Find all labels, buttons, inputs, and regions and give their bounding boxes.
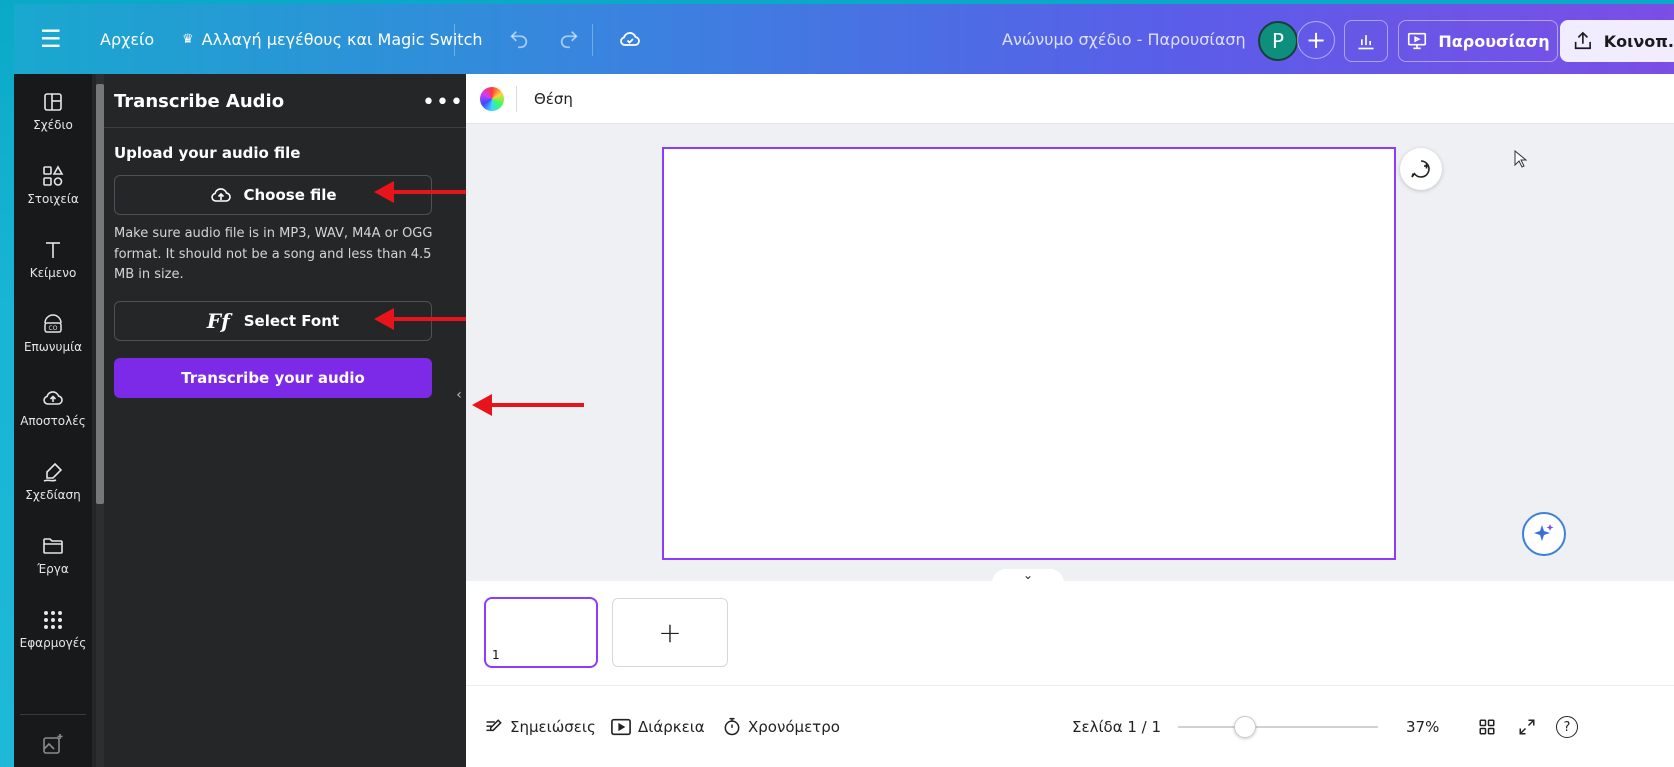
magic-assistant-icon[interactable] xyxy=(1522,512,1566,556)
font-icon: Ff xyxy=(206,309,230,333)
panel-title: Transcribe Audio xyxy=(114,90,285,112)
share-button[interactable]: Κοινοπ. xyxy=(1560,20,1674,62)
rail-label-apps: Εφαρμογές xyxy=(19,636,87,650)
plus-icon[interactable]: + xyxy=(1297,21,1335,59)
page-thumbnails-strip: ⌄ 1 + xyxy=(466,569,1674,685)
left-rail: Σχέδιο Στοιχεία Κείμενο CO Επωνυμία Αποσ… xyxy=(14,74,92,767)
timer-label: Χρονόμετρο xyxy=(748,718,840,736)
rail-item-magic-media[interactable] xyxy=(14,724,92,764)
present-button[interactable]: Παρουσίαση xyxy=(1398,20,1558,62)
rail-item-apps[interactable]: Εφαρμογές xyxy=(14,594,92,664)
resize-magic-switch-button[interactable]: ♛ Αλλαγή μεγέθους και Magic Switch xyxy=(182,4,483,74)
rail-label-brand: Επωνυμία xyxy=(23,340,83,354)
rail-label-projects: Έργα xyxy=(37,562,69,576)
transcribe-audio-panel: Transcribe Audio ••• Upload your audio f… xyxy=(92,74,488,767)
shapes-icon xyxy=(43,165,64,186)
collapse-panel-button[interactable]: ‹ xyxy=(451,340,467,450)
zoom-level[interactable]: 37% xyxy=(1406,686,1439,767)
page-indicator[interactable]: Σελίδα 1 / 1 xyxy=(1072,686,1161,767)
app-window: ☰ Αρχείο ♛ Αλλαγή μεγέθους και Magic Swi… xyxy=(14,4,1674,767)
rail-item-elements[interactable]: Στοιχεία xyxy=(14,150,92,220)
file-requirements-hint: Make sure audio file is in MP3, WAV, M4A… xyxy=(114,226,433,282)
fullscreen-icon[interactable] xyxy=(1518,686,1536,767)
page-thumbnail[interactable]: 1 xyxy=(484,597,598,668)
add-comment-icon[interactable] xyxy=(1400,148,1442,190)
apps-grid-icon xyxy=(44,611,62,629)
color-picker-icon[interactable] xyxy=(480,87,504,111)
folder-icon xyxy=(43,538,63,554)
present-icon xyxy=(1408,32,1427,50)
stopwatch-icon xyxy=(724,717,740,736)
editor-area: Θέση ⌄ 1 + Σημειώσεις Διάρκεια Χρονόμετρ… xyxy=(466,74,1674,767)
rail-item-text[interactable]: Κείμενο xyxy=(14,224,92,294)
magic-image-icon xyxy=(43,734,63,754)
present-label: Παρουσίαση xyxy=(1438,31,1550,51)
top-bar: ☰ Αρχείο ♛ Αλλαγή μεγέθους και Magic Swi… xyxy=(14,4,1674,74)
zoom-slider-thumb[interactable] xyxy=(1234,716,1256,738)
upload-cloud-icon xyxy=(211,188,232,202)
document-title[interactable]: Ανώνυμο σχέδιο - Παρουσίαση xyxy=(1002,4,1246,74)
rail-label-text: Κείμενο xyxy=(29,266,77,280)
resize-magic-switch-label: Αλλαγή μεγέθους και Magic Switch xyxy=(201,29,483,49)
help-icon[interactable]: ? xyxy=(1556,716,1578,738)
rail-label-design: Σχέδιο xyxy=(33,118,73,132)
rail-item-projects[interactable]: Έργα xyxy=(14,520,92,590)
duration-button[interactable]: Διάρκεια xyxy=(610,686,705,767)
file-menu[interactable]: Αρχείο xyxy=(100,4,154,74)
duration-label: Διάρκεια xyxy=(638,718,705,736)
panel-scrollbar-thumb[interactable] xyxy=(96,84,104,504)
rail-divider xyxy=(20,714,86,715)
hamburger-icon[interactable]: ☰ xyxy=(40,4,62,74)
upload-cloud-icon xyxy=(43,391,63,405)
play-box-icon xyxy=(611,718,631,736)
svg-text:CO: CO xyxy=(49,325,58,332)
annotation-arrow xyxy=(472,394,584,416)
rail-item-uploads[interactable]: Αποστολές xyxy=(14,372,92,442)
rail-item-draw[interactable]: Σχεδίαση xyxy=(14,446,92,516)
bottom-bar: Σημειώσεις Διάρκεια Χρονόμετρο Σελίδα 1 … xyxy=(466,685,1674,767)
rail-label-draw: Σχεδίαση xyxy=(25,488,81,502)
text-icon xyxy=(46,242,60,258)
brand-icon: CO xyxy=(44,314,62,333)
divider xyxy=(454,24,455,56)
panel-scrollbar[interactable] xyxy=(96,74,104,767)
choose-file-label: Choose file xyxy=(243,186,337,204)
crown-icon: ♛ xyxy=(182,31,194,47)
select-font-label: Select Font xyxy=(243,312,340,330)
redo-icon[interactable] xyxy=(558,4,580,74)
transcribe-audio-button[interactable]: Transcribe your audio xyxy=(114,358,432,398)
draw-icon xyxy=(43,462,63,482)
notes-icon xyxy=(486,719,502,732)
bar-chart-icon[interactable] xyxy=(1344,20,1388,62)
design-canvas-page[interactable] xyxy=(662,147,1396,560)
notes-button[interactable]: Σημειώσεις xyxy=(484,686,596,767)
rail-item-brand[interactable]: CO Επωνυμία xyxy=(14,298,92,368)
add-page-button[interactable]: + xyxy=(612,598,728,667)
grid-view-icon[interactable] xyxy=(1478,686,1496,767)
rail-label-elements: Στοιχεία xyxy=(27,192,79,206)
rail-label-uploads: Αποστολές xyxy=(20,414,86,428)
avatar[interactable]: P xyxy=(1258,21,1298,61)
mouse-cursor-icon xyxy=(1514,149,1528,172)
share-icon xyxy=(1574,31,1591,50)
timer-button[interactable]: Χρονόμετρο xyxy=(722,686,840,767)
zoom-slider[interactable] xyxy=(1178,726,1378,728)
position-button[interactable]: Θέση xyxy=(534,74,573,124)
notes-label: Σημειώσεις xyxy=(510,718,596,736)
divider xyxy=(516,86,517,112)
chevron-down-icon[interactable]: ⌄ xyxy=(992,569,1064,583)
rail-item-design[interactable]: Σχέδιο xyxy=(14,76,92,146)
cloud-check-icon[interactable] xyxy=(618,4,642,74)
context-toolbar: Θέση xyxy=(466,74,1674,124)
more-dots-icon[interactable]: ••• xyxy=(422,90,464,115)
divider xyxy=(104,127,466,128)
layout-icon xyxy=(44,93,62,111)
undo-icon[interactable] xyxy=(508,4,530,74)
share-label: Κοινοπ. xyxy=(1603,31,1674,51)
page-number: 1 xyxy=(492,648,500,662)
upload-label: Upload your audio file xyxy=(114,144,301,162)
divider xyxy=(592,24,593,56)
